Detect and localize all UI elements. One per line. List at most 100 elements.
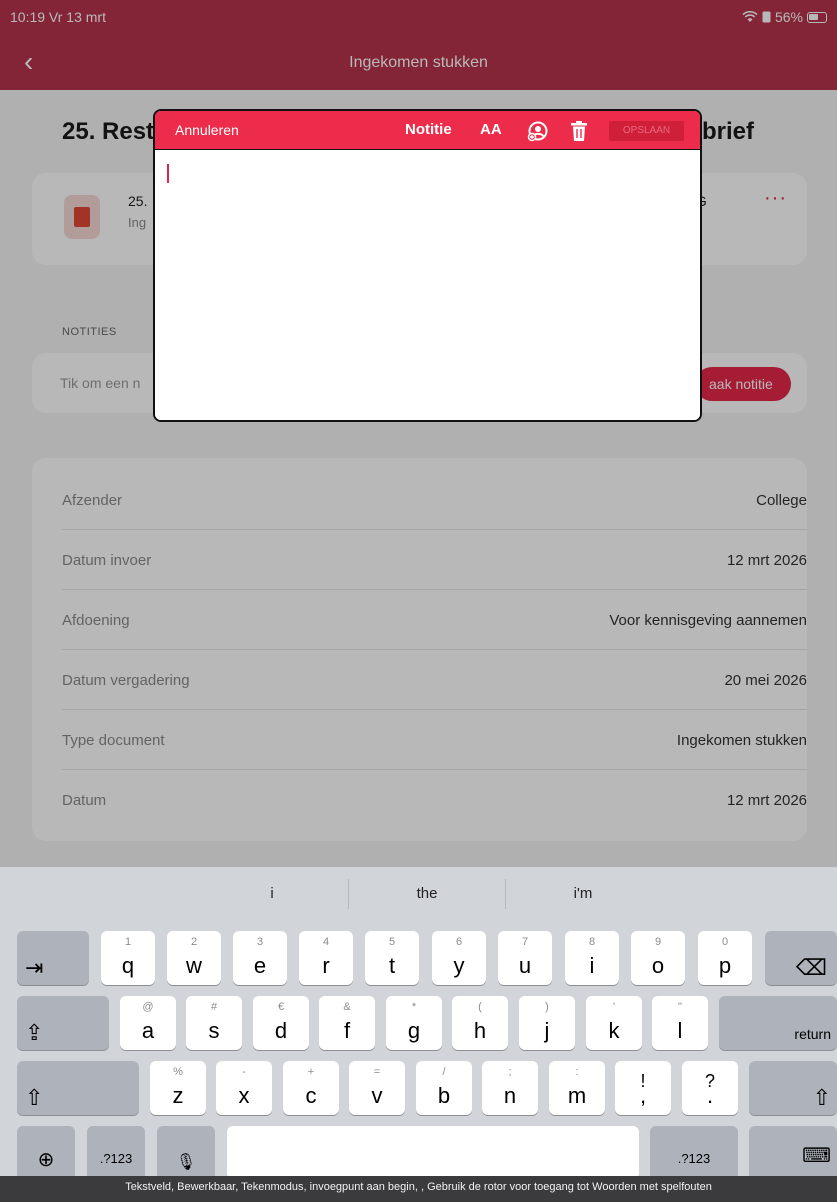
key-secondary: - (242, 1066, 246, 1078)
shift-icon: ⇧ (25, 1085, 44, 1110)
key[interactable]: € d (253, 996, 309, 1050)
key-label: p (718, 953, 732, 978)
key-secondary: € (277, 1001, 285, 1013)
key-label: q (121, 953, 135, 978)
key-secondary: / (442, 1066, 446, 1078)
key-secondary: 9 (654, 936, 662, 948)
key[interactable]: 2w (167, 931, 221, 985)
key[interactable]: = v (349, 1061, 405, 1115)
key-label: c (305, 1083, 317, 1108)
shift-icon: ⇧ (812, 1085, 831, 1110)
numbers-label: .?123 (99, 1151, 133, 1166)
shift-right-key[interactable]: ⇧ (749, 1061, 837, 1115)
key-label: k (608, 1018, 620, 1043)
predictive-suggestions: i the i'm (0, 867, 837, 923)
key-label: . (706, 1083, 714, 1108)
caps-lock-key[interactable]: ⇪ (17, 996, 109, 1050)
key[interactable]: 3e (233, 931, 287, 985)
share-person-icon[interactable] (527, 120, 549, 142)
key-secondary: 7 (521, 936, 529, 948)
key-label: n (503, 1083, 517, 1108)
key[interactable]: & f (319, 996, 375, 1050)
key[interactable]: " l (652, 996, 708, 1050)
key[interactable]: % z (150, 1061, 206, 1115)
suggestion-divider (505, 879, 506, 909)
globe-icon: ⊕ (37, 1149, 55, 1171)
key-secondary: # (210, 1001, 218, 1013)
save-button[interactable]: OPSLAAN (609, 121, 684, 141)
note-dialog: Annuleren Notitie AA OPSLAAN (153, 109, 702, 422)
hide-keyboard-key[interactable]: ⌨ (749, 1126, 837, 1180)
key[interactable]: @ a (120, 996, 176, 1050)
key[interactable]: 4r (299, 931, 353, 985)
key-label: d (274, 1018, 288, 1043)
key-secondary: 4 (322, 936, 330, 948)
dictation-key[interactable]: 🎙 (157, 1126, 215, 1180)
font-size-button[interactable]: AA (480, 121, 502, 138)
tab-icon: ⇥ (25, 955, 44, 980)
key[interactable]: / b (416, 1061, 472, 1115)
key-label: b (437, 1083, 451, 1108)
key[interactable]: -x (216, 1061, 272, 1115)
key[interactable]: !, (615, 1061, 671, 1115)
note-dialog-toolbar: Annuleren Notitie AA OPSLAAN (155, 111, 700, 149)
key-secondary: 8 (588, 936, 596, 948)
key[interactable]: 1q (101, 931, 155, 985)
key-label: v (371, 1083, 383, 1108)
key-secondary: ' (612, 1001, 616, 1013)
key-secondary: 5 (388, 936, 396, 948)
key[interactable]: 9o (631, 931, 685, 985)
shift-left-key[interactable]: ⇧ (17, 1061, 139, 1115)
key-label: j (544, 1018, 550, 1043)
key-secondary: 3 (256, 936, 264, 948)
key-label: o (651, 953, 665, 978)
key-secondary: + (307, 1066, 315, 1078)
suggestion-item[interactable]: i (242, 885, 302, 902)
onscreen-keyboard: i the i'm ⇥ 1q 2w 3e 4r 5t 6y 7u 8i 9o 0… (0, 867, 837, 1180)
key-label: y (453, 953, 465, 978)
key-label: l (677, 1018, 683, 1043)
key[interactable]: ?. (682, 1061, 738, 1115)
key-label: r (322, 953, 330, 978)
key-secondary: 6 (455, 936, 463, 948)
key-secondary: = (373, 1066, 381, 1078)
key-label: a (141, 1018, 155, 1043)
key-secondary: 1 (124, 936, 132, 948)
key[interactable]: # s (186, 996, 242, 1050)
key-label: m (567, 1083, 587, 1108)
key-secondary: & (343, 1001, 351, 1013)
key-label: g (407, 1018, 421, 1043)
return-key[interactable]: return (719, 996, 837, 1050)
suggestion-item[interactable]: the (397, 885, 457, 902)
key-secondary: ; (508, 1066, 512, 1078)
keyboard-hide-icon: ⌨ (802, 1145, 831, 1167)
key-secondary: @ (142, 1001, 154, 1013)
key-secondary: ) (545, 1001, 549, 1013)
space-key[interactable] (227, 1126, 639, 1180)
key[interactable]: ' k (586, 996, 642, 1050)
trash-icon[interactable] (569, 120, 589, 142)
key-label: s (208, 1018, 220, 1043)
key-label: f (343, 1018, 351, 1043)
numbers-key-left[interactable]: .?123 (87, 1126, 145, 1180)
tab-key[interactable]: ⇥ (17, 931, 89, 985)
numbers-key-right[interactable]: .?123 (650, 1126, 738, 1180)
note-text-area[interactable] (155, 149, 700, 420)
cancel-button[interactable]: Annuleren (175, 122, 239, 138)
key[interactable]: + c (283, 1061, 339, 1115)
key[interactable]: 7u (498, 931, 552, 985)
key[interactable]: ; n (482, 1061, 538, 1115)
key[interactable]: 6y (432, 931, 486, 985)
key[interactable]: 5t (365, 931, 419, 985)
key[interactable]: 0p (698, 931, 752, 985)
delete-key[interactable]: ⌫ (765, 931, 837, 985)
text-caret (167, 164, 169, 183)
key[interactable]: 8i (565, 931, 619, 985)
key[interactable]: :m (549, 1061, 605, 1115)
key[interactable]: (h (452, 996, 508, 1050)
key[interactable]: * g (386, 996, 442, 1050)
globe-key[interactable]: ⊕ (17, 1126, 75, 1180)
key[interactable]: ) j (519, 996, 575, 1050)
key-label: w (186, 953, 202, 978)
suggestion-item[interactable]: i'm (553, 885, 613, 902)
